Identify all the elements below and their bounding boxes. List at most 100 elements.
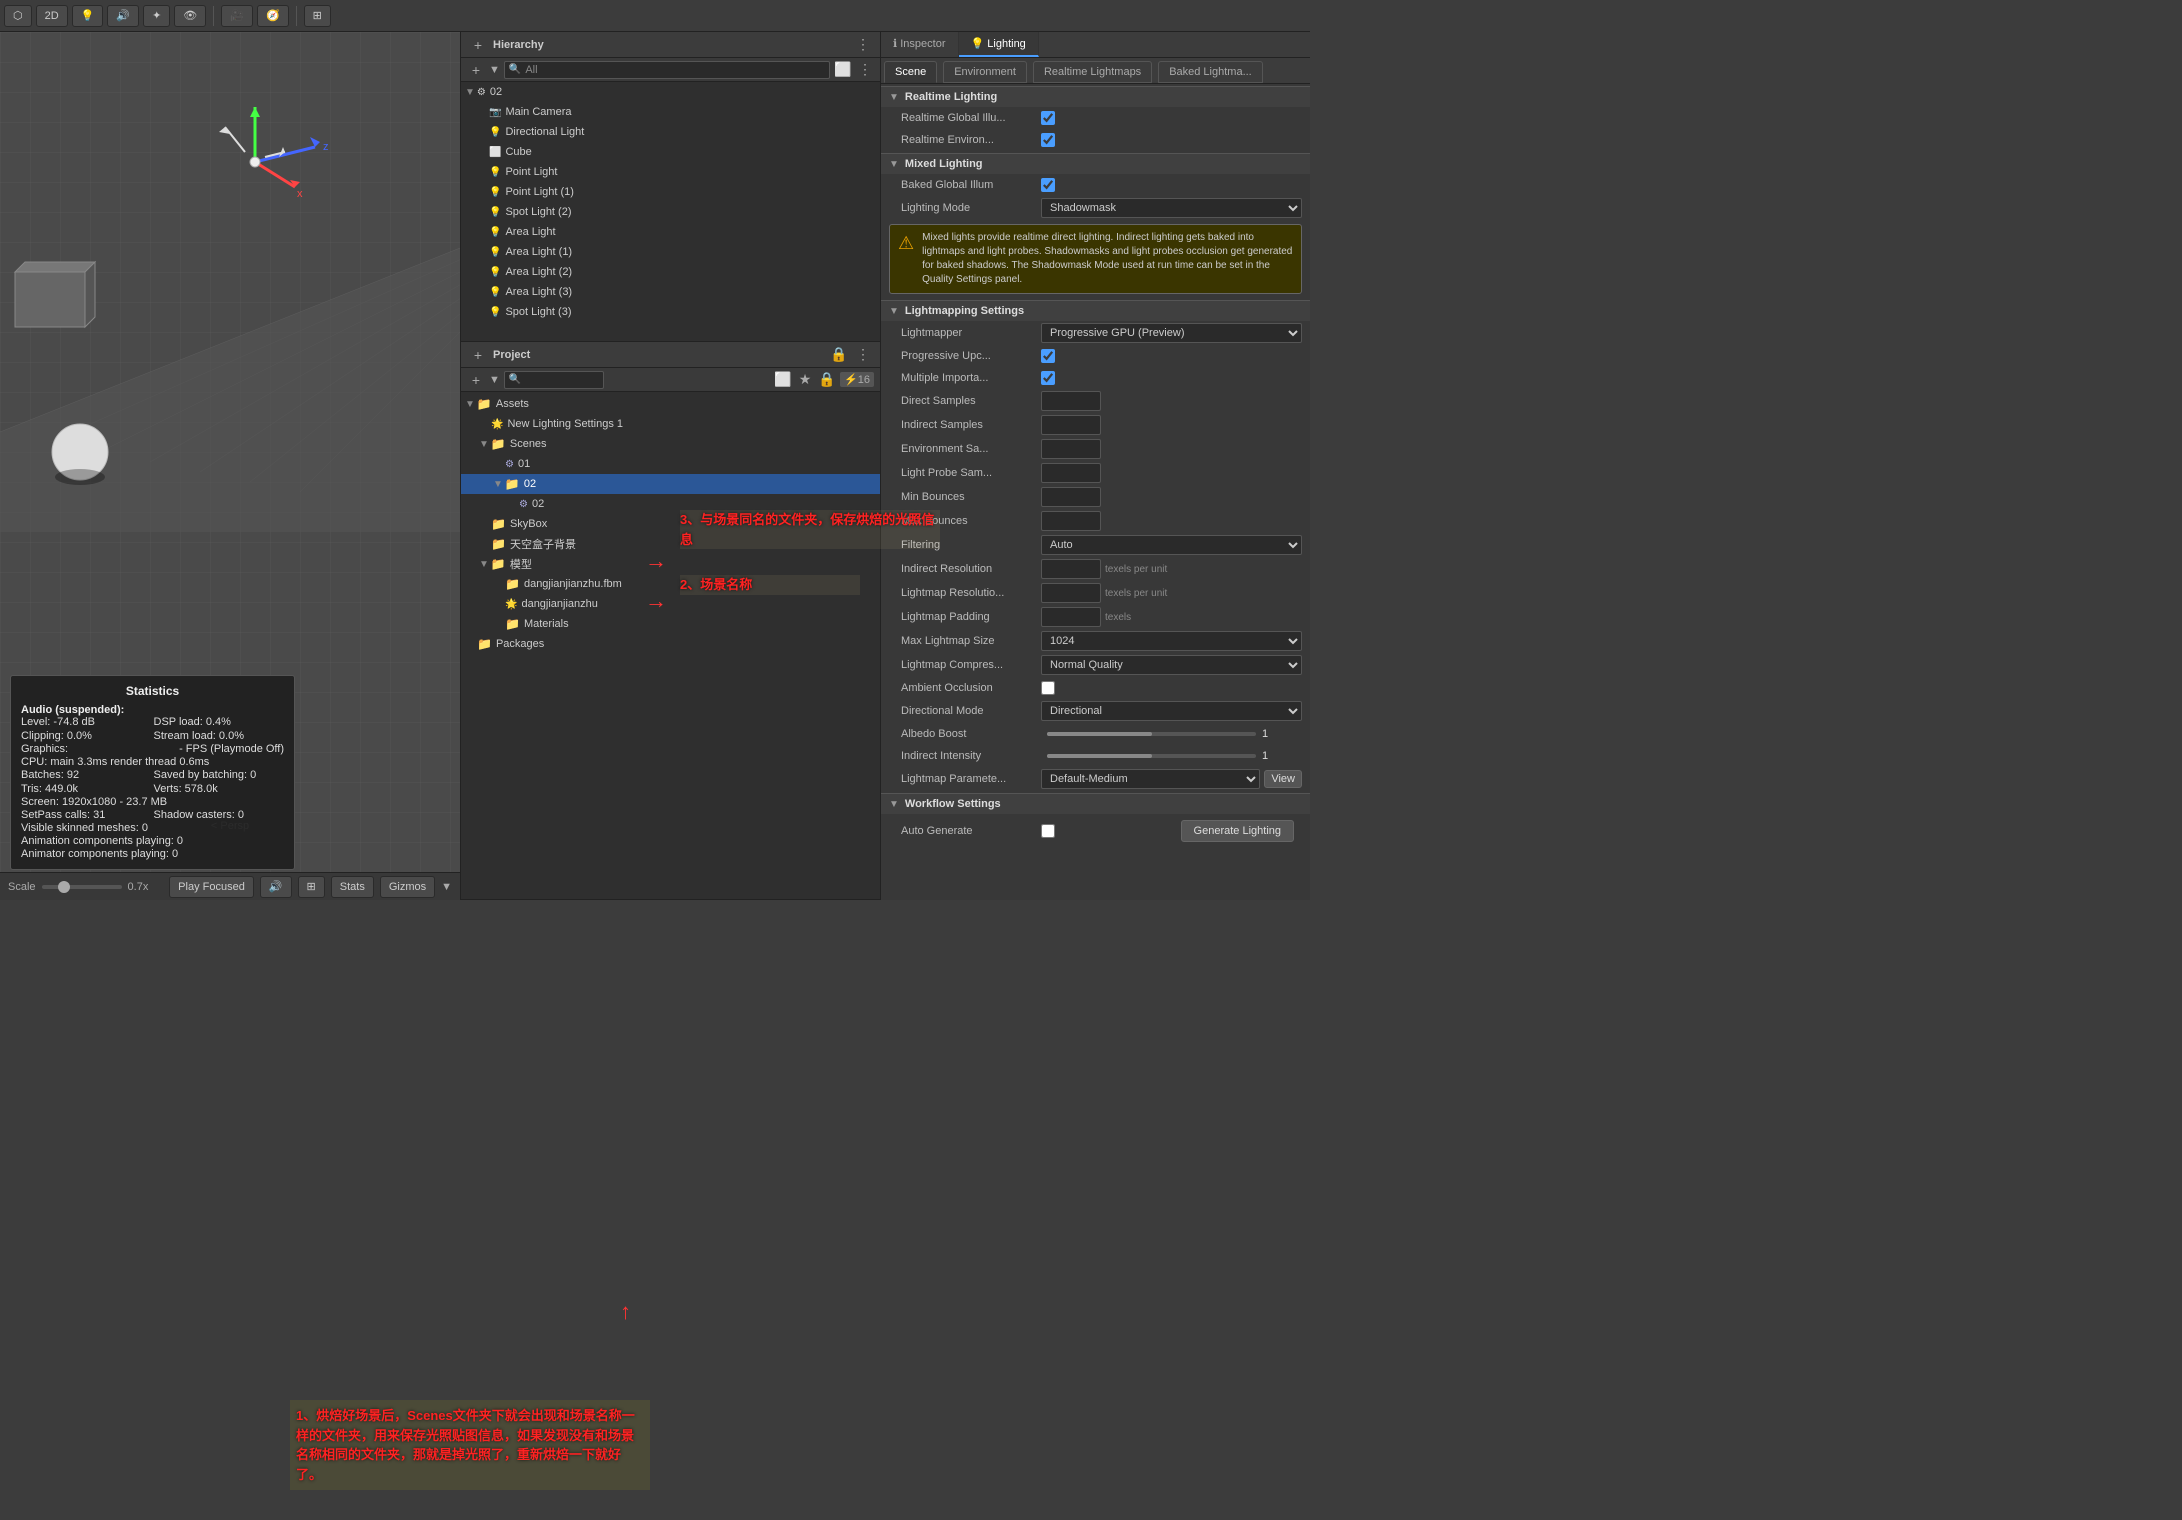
project-menu-btn[interactable]: ⋮ — [854, 346, 872, 364]
indirect-samples-input[interactable]: 512 — [1041, 415, 1101, 435]
max-lightmap-dropdown[interactable]: 1024 — [1041, 631, 1302, 651]
tab-inspector[interactable]: ℹ Inspector — [881, 32, 959, 57]
hierarchy-menu-btn[interactable]: ⋮ — [854, 36, 872, 54]
baked-lightmaps-tab[interactable]: Baked Lightma... — [1158, 61, 1263, 83]
project-lock-btn[interactable]: 🔒 — [830, 346, 848, 364]
lightmapping-section[interactable]: ▼ Lightmapping Settings — [881, 300, 1310, 321]
generate-lighting-btn[interactable]: Generate Lighting — [1181, 820, 1294, 842]
project-item-1[interactable]: 🌟New Lighting Settings 1 — [461, 414, 880, 434]
grid-tool[interactable]: ⊞ — [304, 5, 331, 27]
project-item-10[interactable]: 🌟dangjianjianzhu — [461, 594, 880, 614]
lightmap-param-dropdown[interactable]: Default-Medium — [1041, 769, 1260, 789]
hier-menu-btn[interactable]: ⋮ — [856, 61, 874, 79]
eye-tool[interactable]: 👁 — [174, 5, 206, 27]
hierarchy-item-1[interactable]: 💡Directional Light — [461, 122, 880, 142]
mixed-lighting-section[interactable]: ▼ Mixed Lighting — [881, 153, 1310, 174]
audio-tool[interactable]: 🔊 — [107, 5, 139, 27]
filtering-label: Filtering — [901, 539, 1041, 551]
baked-global-check[interactable] — [1041, 178, 1055, 192]
indirect-resolution-input[interactable]: 2 — [1041, 559, 1101, 579]
workflow-section[interactable]: ▼ Workflow Settings — [881, 793, 1310, 814]
max-lightmap-label: Max Lightmap Size — [901, 635, 1041, 647]
hierarchy-item-2[interactable]: ⬜Cube — [461, 142, 880, 162]
project-item-6[interactable]: 📁SkyBox — [461, 514, 880, 534]
camera-tool[interactable]: 🎥 — [221, 5, 253, 27]
audio-btn[interactable]: 🔊 — [260, 876, 292, 898]
inspector-panel: ℹ Inspector 💡 Lighting Scene Environment… — [880, 32, 1310, 900]
project-item-8[interactable]: ▼📁模型 — [461, 554, 880, 574]
max-bounces-input[interactable]: 2 — [1041, 511, 1101, 531]
multiple-importa-check[interactable] — [1041, 371, 1055, 385]
hier-plus-btn[interactable]: + — [467, 61, 485, 79]
gizmos-btn[interactable]: Gizmos — [380, 876, 435, 898]
project-item-5[interactable]: ⚙02 — [461, 494, 880, 514]
project-item-0[interactable]: ▼📁Assets — [461, 394, 880, 414]
environment-tab[interactable]: Environment — [943, 61, 1027, 83]
proj-star-btn[interactable]: ★ — [796, 371, 814, 389]
realtime-lightmaps-tab[interactable]: Realtime Lightmaps — [1033, 61, 1152, 83]
hierarchy-item-9[interactable]: 💡Area Light (3) — [461, 282, 880, 302]
hierarchy-item-0[interactable]: 📷Main Camera — [461, 102, 880, 122]
lighting-mode-dropdown[interactable]: Shadowmask — [1041, 198, 1302, 218]
hierarchy-item-3[interactable]: 💡Point Light — [461, 162, 880, 182]
view-btn[interactable]: View — [1264, 770, 1302, 788]
lightmap-resolution-input[interactable]: 40 — [1041, 583, 1101, 603]
proj-dropdown[interactable]: ▼ — [489, 374, 500, 386]
environment-sa-input[interactable]: 256 — [1041, 439, 1101, 459]
project-item-2[interactable]: ▼📁Scenes — [461, 434, 880, 454]
hierarchy-item-8[interactable]: 💡Area Light (2) — [461, 262, 880, 282]
hierarchy-item-5[interactable]: 💡Spot Light (2) — [461, 202, 880, 222]
project-item-9[interactable]: 📁dangjianjianzhu.fbm — [461, 574, 880, 594]
stats-btn[interactable]: Stats — [331, 876, 374, 898]
hierarchy-item-6[interactable]: 💡Area Light — [461, 222, 880, 242]
layers-btn[interactable]: ⊞ — [298, 876, 325, 898]
direct-samples-input[interactable]: 32 — [1041, 391, 1101, 411]
proj-lock2-btn[interactable]: 🔒 — [818, 371, 836, 389]
project-item-12[interactable]: 📁Packages — [461, 634, 880, 654]
nav-tool[interactable]: 🧭 — [257, 5, 289, 27]
hier-expand-btn[interactable]: ⬜ — [834, 61, 852, 79]
hierarchy-search-bar[interactable]: 🔍 All — [504, 61, 830, 79]
albedo-slider[interactable] — [1047, 732, 1256, 736]
hierarchy-item-4[interactable]: 💡Point Light (1) — [461, 182, 880, 202]
proj-label-6: SkyBox — [510, 518, 547, 530]
lightmap-padding-input[interactable]: 2 — [1041, 607, 1101, 627]
directional-mode-dropdown[interactable]: Directional — [1041, 701, 1302, 721]
2d-mode-btn[interactable]: 2D — [36, 5, 68, 27]
transform-tool[interactable]: ⬡ — [4, 5, 32, 27]
tab-lighting[interactable]: 💡 Lighting — [959, 32, 1039, 57]
proj-expand-btn[interactable]: ⬜ — [774, 371, 792, 389]
project-item-7[interactable]: 📁天空盒子背景 — [461, 534, 880, 554]
proj-plus-btn[interactable]: + — [467, 371, 485, 389]
hierarchy-item-7[interactable]: 💡Area Light (1) — [461, 242, 880, 262]
auto-generate-check[interactable] — [1041, 824, 1055, 838]
hierarchy-item-10[interactable]: 💡Spot Light (3) — [461, 302, 880, 322]
effects-tool[interactable]: ✦ — [143, 5, 170, 27]
light-probe-input[interactable]: 4 — [1041, 463, 1101, 483]
hierarchy-scene-root[interactable]: ▼ ⚙ 02 — [461, 82, 880, 102]
project-search[interactable]: 🔍 — [504, 371, 604, 389]
hierarchy-add-btn[interactable]: + — [469, 36, 487, 54]
project-add-btn[interactable]: + — [469, 346, 487, 364]
realtime-lighting-section[interactable]: ▼ Realtime Lighting — [881, 86, 1310, 107]
project-item-11[interactable]: 📁Materials — [461, 614, 880, 634]
scale-slider[interactable] — [42, 885, 122, 889]
expand-arrow-2: ▼ — [479, 439, 489, 450]
proj-label-0: Assets — [496, 398, 529, 410]
progressive-upc-check[interactable] — [1041, 349, 1055, 363]
icon-2: ⬜ — [489, 147, 501, 158]
project-item-3[interactable]: ⚙01 — [461, 454, 880, 474]
play-mode-btn[interactable]: Play Focused — [169, 876, 254, 898]
project-item-4[interactable]: ▼📁02 — [461, 474, 880, 494]
hier-dropdown-arrow[interactable]: ▼ — [489, 64, 500, 76]
lightmap-compress-dropdown[interactable]: Normal Quality — [1041, 655, 1302, 675]
ambient-occlusion-check[interactable] — [1041, 681, 1055, 695]
min-bounces-input[interactable]: 1 — [1041, 487, 1101, 507]
realtime-environ-check[interactable] — [1041, 133, 1055, 147]
indirect-slider[interactable] — [1047, 754, 1256, 758]
lightmapper-dropdown[interactable]: Progressive GPU (Preview) — [1041, 323, 1302, 343]
filtering-dropdown[interactable]: Auto — [1041, 535, 1302, 555]
light-tool[interactable]: 💡 — [72, 5, 104, 27]
realtime-global-check[interactable] — [1041, 111, 1055, 125]
scene-tab[interactable]: Scene — [884, 61, 937, 83]
